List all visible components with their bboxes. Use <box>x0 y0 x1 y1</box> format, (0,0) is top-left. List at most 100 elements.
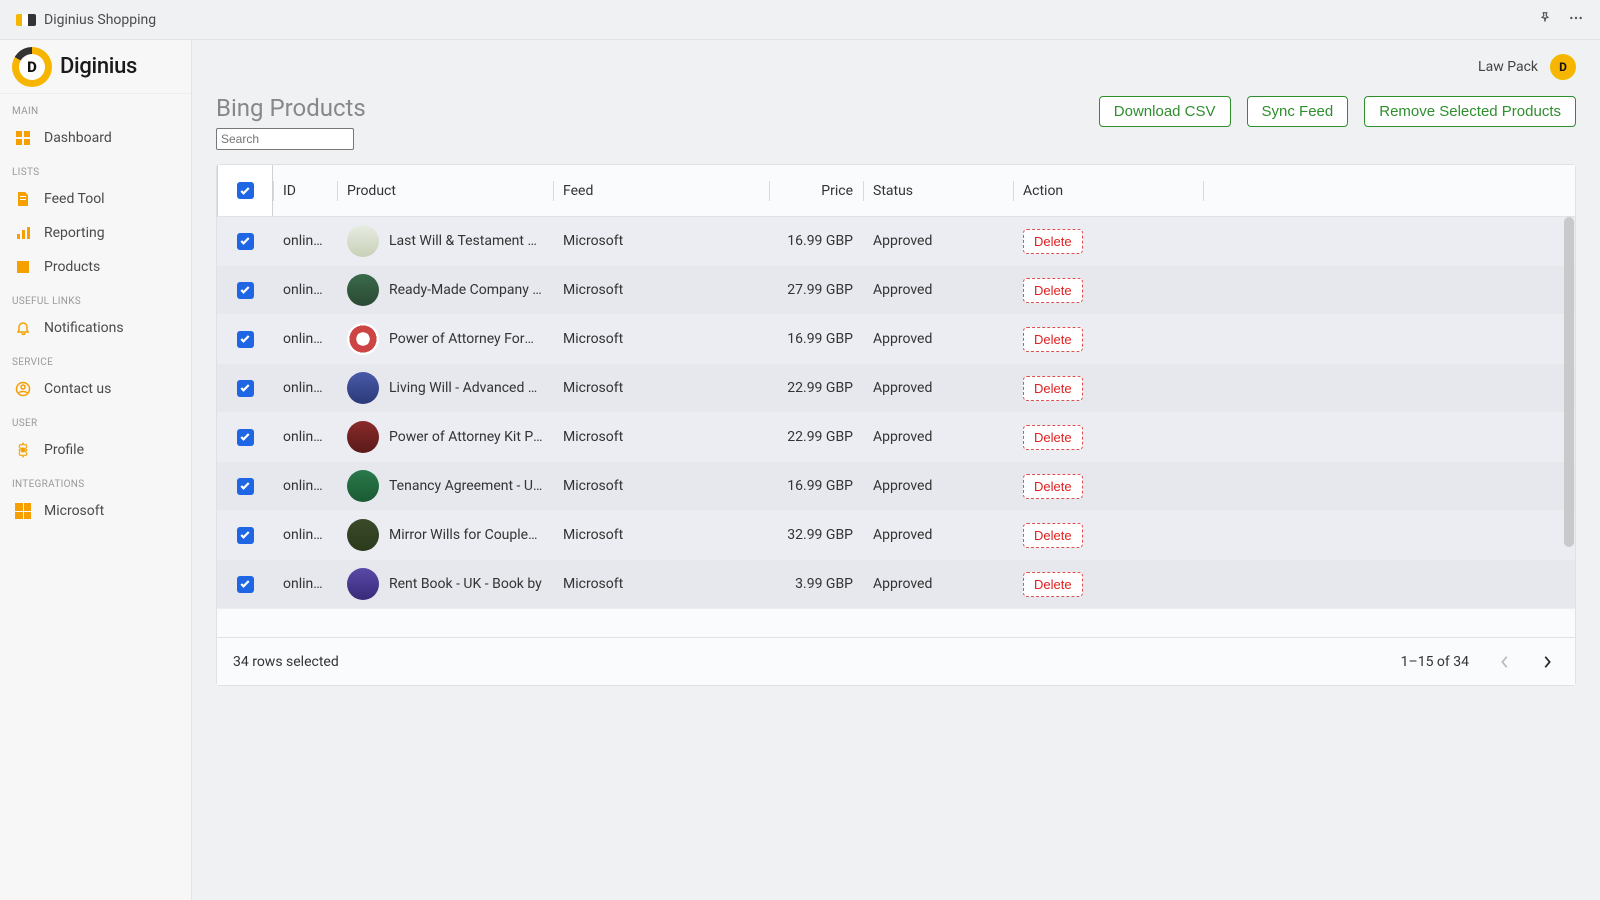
sidebar-item-label: Microsoft <box>44 503 104 519</box>
sidebar-item-products[interactable]: Products <box>0 250 191 284</box>
row-checkbox[interactable] <box>237 576 254 593</box>
search-input[interactable] <box>216 128 354 150</box>
cell-spacer <box>1203 364 1575 412</box>
sidebar-item-feed-tool[interactable]: Feed Tool <box>0 182 191 216</box>
row-check-cell[interactable] <box>217 462 273 510</box>
cell-action: Delete <box>1013 315 1203 363</box>
cell-product: Rent Book - UK - Book by <box>337 560 553 608</box>
cell-feed: Microsoft <box>553 462 769 510</box>
cell-product: Power of Attorney Kit Power <box>337 413 553 461</box>
sidebar: D Diginius MAINDashboardLISTSFeed ToolRe… <box>0 40 192 900</box>
delete-button[interactable]: Delete <box>1023 278 1083 303</box>
delete-button[interactable]: Delete <box>1023 229 1083 254</box>
product-thumb-icon <box>347 225 379 257</box>
row-check-cell[interactable] <box>217 217 273 265</box>
row-checkbox[interactable] <box>237 478 254 495</box>
sidebar-item-label: Notifications <box>44 320 124 336</box>
cell-action: Delete <box>1013 462 1203 510</box>
product-thumb-icon <box>347 372 379 404</box>
grid-icon <box>14 129 32 147</box>
prev-page-button[interactable] <box>1493 650 1517 674</box>
product-thumb-icon <box>347 519 379 551</box>
col-header-price[interactable]: Price <box>769 165 863 216</box>
cell-product: Tenancy Agreement - Unfurnished <box>337 462 553 510</box>
row-checkbox[interactable] <box>237 527 254 544</box>
row-check-cell[interactable] <box>217 511 273 559</box>
row-check-cell[interactable] <box>217 413 273 461</box>
sidebar-item-label: Contact us <box>44 381 111 397</box>
row-check-cell[interactable] <box>217 560 273 608</box>
more-icon[interactable] <box>1568 10 1584 30</box>
sidebar-item-label: Reporting <box>44 225 105 241</box>
sidebar-item-label: Products <box>44 259 100 275</box>
row-checkbox[interactable] <box>237 380 254 397</box>
col-header-feed[interactable]: Feed <box>553 165 769 216</box>
table-row: onlin… Ready-Made Company Minutes Micros… <box>217 266 1575 315</box>
product-name: Power of Attorney Kit Power <box>389 429 543 445</box>
delete-button[interactable]: Delete <box>1023 376 1083 401</box>
sidebar-item-microsoft[interactable]: Microsoft <box>0 494 191 528</box>
sidebar-item-profile[interactable]: Profile <box>0 433 191 467</box>
select-all-cell[interactable] <box>217 165 273 216</box>
delete-button[interactable]: Delete <box>1023 425 1083 450</box>
sidebar-item-reporting[interactable]: Reporting <box>0 216 191 250</box>
table-body: onlin… Last Will & Testament Standard Mi… <box>217 217 1575 637</box>
content: Law Pack D Bing Products Download CSV Sy… <box>192 40 1600 900</box>
delete-button[interactable]: Delete <box>1023 523 1083 548</box>
box-icon <box>14 258 32 276</box>
page-title: Bing Products <box>216 94 366 122</box>
cell-action: Delete <box>1013 560 1203 608</box>
table-scrollbar[interactable] <box>1564 217 1574 547</box>
brand-logo-letter: D <box>19 54 45 80</box>
cell-id: onlin… <box>273 511 337 559</box>
select-all-checkbox[interactable] <box>237 182 254 199</box>
sidebar-item-dashboard[interactable]: Dashboard <box>0 121 191 155</box>
next-page-button[interactable] <box>1535 650 1559 674</box>
app-icon <box>16 14 36 26</box>
cell-spacer <box>1203 413 1575 461</box>
cell-feed: Microsoft <box>553 315 769 363</box>
table-header: ID Product Feed Price Status Action <box>217 165 1575 217</box>
cell-status: Approved <box>863 560 1013 608</box>
delete-button[interactable]: Delete <box>1023 474 1083 499</box>
download-csv-button[interactable]: Download CSV <box>1099 96 1231 127</box>
row-check-cell[interactable] <box>217 266 273 314</box>
col-header-status[interactable]: Status <box>863 165 1013 216</box>
row-checkbox[interactable] <box>237 282 254 299</box>
cell-feed: Microsoft <box>553 560 769 608</box>
cell-feed: Microsoft <box>553 364 769 412</box>
cell-price: 27.99 GBP <box>769 266 863 314</box>
remove-selected-button[interactable]: Remove Selected Products <box>1364 96 1576 127</box>
delete-button[interactable]: Delete <box>1023 572 1083 597</box>
cell-product: Ready-Made Company Minutes <box>337 266 553 314</box>
row-check-cell[interactable] <box>217 364 273 412</box>
cell-status: Approved <box>863 462 1013 510</box>
table-footer: 34 rows selected 1–15 of 34 <box>217 637 1575 685</box>
col-header-action[interactable]: Action <box>1013 165 1203 216</box>
delete-button[interactable]: Delete <box>1023 327 1083 352</box>
col-header-spacer <box>1203 165 1575 216</box>
titlebar: Diginius Shopping <box>0 0 1600 40</box>
row-checkbox[interactable] <box>237 429 254 446</box>
sidebar-item-contact-us[interactable]: Contact us <box>0 372 191 406</box>
sidebar-item-notifications[interactable]: Notifications <box>0 311 191 345</box>
product-thumb-icon <box>347 421 379 453</box>
row-checkbox[interactable] <box>237 233 254 250</box>
tenant-avatar-icon[interactable]: D <box>1550 54 1576 80</box>
sidebar-item-label: Dashboard <box>44 130 112 146</box>
col-header-id[interactable]: ID <box>273 165 337 216</box>
cell-feed: Microsoft <box>553 266 769 314</box>
cell-feed: Microsoft <box>553 511 769 559</box>
product-thumb-icon <box>347 323 379 355</box>
row-checkbox[interactable] <box>237 331 254 348</box>
row-check-cell[interactable] <box>217 315 273 363</box>
cell-feed: Microsoft <box>553 413 769 461</box>
col-header-product[interactable]: Product <box>337 165 553 216</box>
sync-feed-button[interactable]: Sync Feed <box>1247 96 1349 127</box>
cell-spacer <box>1203 511 1575 559</box>
cell-price: 16.99 GBP <box>769 315 863 363</box>
nav-section-label: SERVICE <box>0 345 191 372</box>
pin-icon[interactable] <box>1538 11 1552 29</box>
table-row: onlin… Living Will - Advanced Decisions … <box>217 364 1575 413</box>
tenant-name: Law Pack <box>1478 59 1538 75</box>
